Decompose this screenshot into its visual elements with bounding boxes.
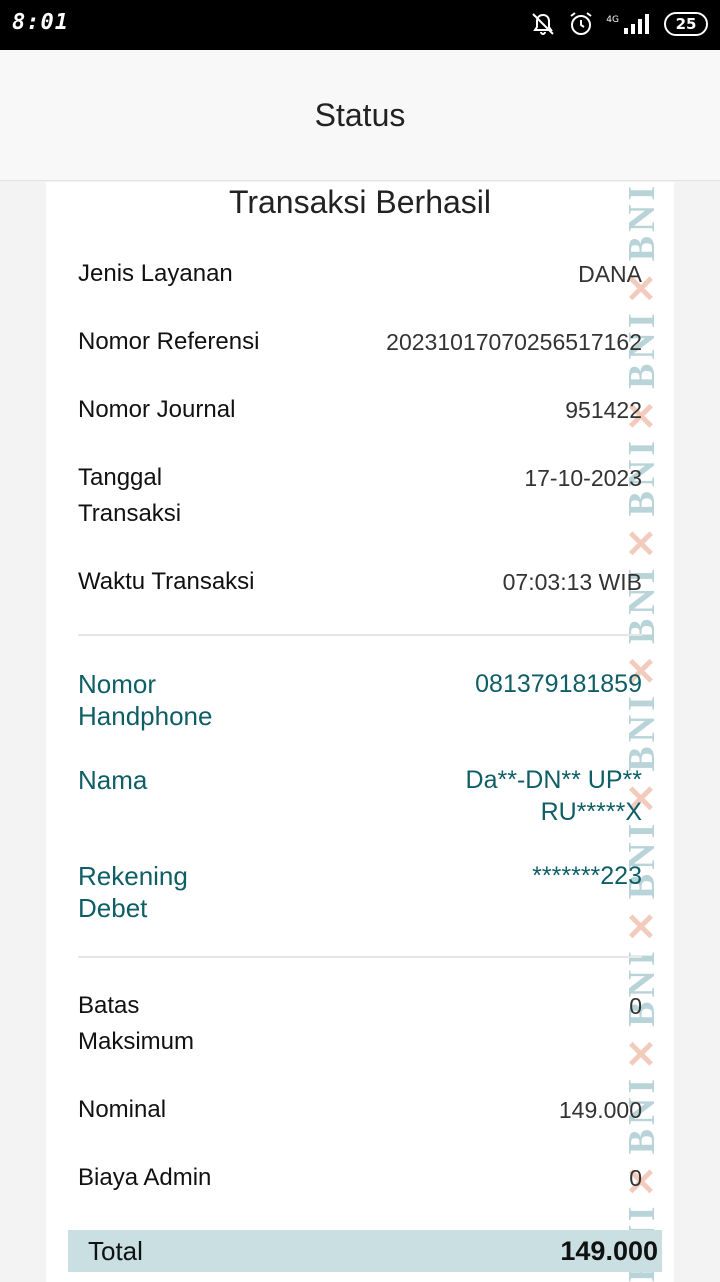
detail-row-date: Tanggal Transaksi 17-10-2023	[78, 460, 642, 532]
amount-row-nominal: Nominal 149.000	[78, 1092, 642, 1128]
account-row-debit: Rekening Debet *******223	[78, 860, 642, 924]
detail-label: Waktu Transaksi	[78, 568, 255, 595]
status-time: 8:01	[12, 10, 69, 35]
battery-icon: 25	[664, 12, 708, 36]
account-label: Nomor Handphone	[78, 669, 213, 731]
detail-row-service: Jenis Layanan DANA	[78, 256, 642, 292]
detail-row-journal: Nomor Journal 951422	[78, 392, 642, 428]
divider	[78, 634, 642, 636]
account-value: 081379181859	[475, 670, 642, 698]
alarm-icon	[568, 11, 594, 37]
total-value: 149.000	[560, 1235, 658, 1266]
detail-value: 07:03:13 WIB	[502, 569, 642, 595]
account-label: Rekening Debet	[78, 861, 188, 923]
detail-value: 17-10-2023	[524, 465, 642, 491]
detail-row-reference: Nomor Referensi 20231017070256517162	[78, 324, 642, 360]
status-icons: 4G 25	[530, 11, 708, 37]
detail-value: 20231017070256517162	[386, 329, 642, 355]
detail-label: Nomor Journal	[78, 396, 236, 423]
amount-row-limit: Batas Maksimum 0	[78, 988, 642, 1060]
app-bar: Status	[0, 50, 720, 181]
amount-value: 0	[629, 993, 642, 1019]
status-bar: 8:01 4G 25	[0, 0, 720, 50]
amount-label: Biaya Admin	[78, 1164, 212, 1191]
amount-value: 0	[629, 1165, 642, 1191]
page-title: Status	[314, 96, 406, 133]
transaction-card: BNI✕BNI✕BNI✕BNI✕BNI✕BNI✕BNI✕BNI✕BNI✕BNI✕…	[46, 182, 674, 1282]
detail-row-time: Waktu Transaksi 07:03:13 WIB	[78, 564, 642, 600]
signal-icon: 4G	[606, 13, 652, 35]
bell-off-icon	[530, 11, 556, 37]
transaction-status-title: Transaksi Berhasil	[228, 184, 491, 220]
amount-row-admin-fee: Biaya Admin 0	[78, 1160, 642, 1196]
account-label: Nama	[78, 765, 148, 795]
account-row-phone: Nomor Handphone 081379181859	[78, 668, 642, 732]
detail-value: 951422	[565, 397, 642, 423]
account-value: *******223	[532, 862, 642, 890]
divider	[78, 956, 642, 958]
detail-label: Tanggal Transaksi	[78, 464, 182, 527]
detail-value: DANA	[578, 261, 642, 287]
detail-label: Nomor Referensi	[78, 328, 260, 355]
total-bar: Total 149.000	[68, 1230, 662, 1272]
amount-label: Nominal	[78, 1096, 167, 1123]
total-label: Total	[88, 1235, 143, 1266]
detail-label: Jenis Layanan	[78, 260, 233, 287]
account-value: Da**-DN** UP** RU*****X	[465, 766, 642, 826]
amount-label: Batas Maksimum	[78, 992, 195, 1055]
account-row-name: Nama Da**-DN** UP** RU*****X	[78, 764, 642, 828]
amount-value: 149.000	[558, 1097, 642, 1123]
